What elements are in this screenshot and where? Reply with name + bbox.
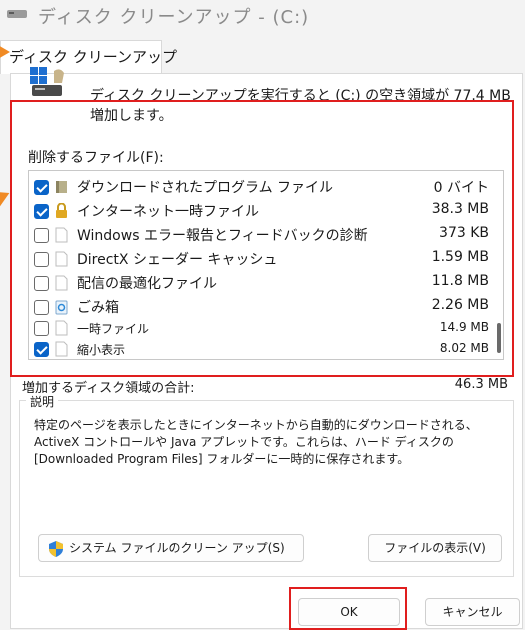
checkbox[interactable] bbox=[34, 252, 49, 267]
list-item[interactable]: インターネット一時ファイル 38.3 MB bbox=[29, 199, 503, 222]
item-size: 11.8 MB bbox=[431, 273, 489, 289]
description-text: 特定のページを表示したときにインターネットから自動的にダウンロードされる、Act… bbox=[34, 418, 478, 466]
item-name: 一時ファイル bbox=[77, 322, 150, 336]
files-to-delete-list[interactable]: ダウンロードされたプログラム ファイル 0 バイト インターネット一時ファイル … bbox=[28, 170, 504, 360]
system-cleanup-button[interactable]: システム ファイルのクリーン アップ(S) bbox=[38, 534, 304, 562]
list-item[interactable]: 配信の最適化ファイル 11.8 MB bbox=[29, 271, 503, 294]
checkbox[interactable] bbox=[34, 180, 49, 195]
item-size: 0 バイト bbox=[433, 180, 489, 196]
annotation-arrow-icon bbox=[0, 44, 10, 60]
drive-cleanup-icon bbox=[30, 67, 64, 96]
checkbox[interactable] bbox=[34, 342, 49, 357]
title-bar: ディスク クリーンアップ - (C:) bbox=[0, 0, 525, 38]
window-title: ディスク クリーンアップ - (C:) bbox=[38, 7, 310, 28]
files-to-delete-label: 削除するファイル(F): bbox=[28, 150, 164, 166]
list-item[interactable]: 一時ファイル 14.9 MB bbox=[29, 316, 503, 339]
file-icon bbox=[55, 341, 68, 357]
checkbox[interactable] bbox=[34, 276, 49, 291]
checkbox[interactable] bbox=[34, 204, 49, 219]
checkbox[interactable] bbox=[34, 228, 49, 243]
list-item[interactable]: Windows エラー報告とフィードバックの診断 373 KB bbox=[29, 223, 503, 246]
item-name: ごみ箱 bbox=[77, 300, 119, 316]
checkbox[interactable] bbox=[34, 321, 49, 336]
item-size: 14.9 MB bbox=[439, 320, 489, 334]
disk-cleanup-icon bbox=[7, 10, 27, 18]
item-name: 配信の最適化ファイル bbox=[77, 276, 217, 292]
file-icon bbox=[55, 320, 68, 336]
checkbox[interactable] bbox=[34, 300, 49, 315]
list-item[interactable]: 縮小表示 8.02 MB bbox=[29, 337, 503, 359]
recycle-bin-icon bbox=[55, 300, 68, 315]
item-size: 38.3 MB bbox=[431, 201, 489, 217]
system-cleanup-label: システム ファイルのクリーン アップ(S) bbox=[69, 541, 285, 555]
file-icon bbox=[55, 251, 68, 267]
total-gain-value: 46.3 MB bbox=[454, 377, 508, 392]
lock-icon bbox=[56, 203, 67, 218]
item-size: 1.59 MB bbox=[431, 249, 489, 265]
list-item[interactable]: ダウンロードされたプログラム ファイル 0 バイト bbox=[29, 175, 503, 198]
view-files-button[interactable]: ファイルの表示(V) bbox=[368, 534, 502, 562]
description-legend: 説明 bbox=[26, 393, 59, 410]
tab-disk-cleanup[interactable]: ディスク クリーンアップ bbox=[0, 40, 177, 74]
folder-icon bbox=[56, 181, 67, 193]
item-name: DirectX シェーダー キャッシュ bbox=[77, 252, 278, 268]
item-name: ダウンロードされたプログラム ファイル bbox=[77, 180, 334, 196]
tab-strip: ディスク クリーンアップ bbox=[0, 38, 525, 74]
cancel-button[interactable]: キャンセル bbox=[425, 598, 520, 626]
ok-button[interactable]: OK bbox=[298, 598, 400, 626]
file-icon bbox=[55, 275, 68, 291]
item-size: 2.26 MB bbox=[431, 297, 489, 313]
list-item[interactable]: ごみ箱 2.26 MB bbox=[29, 295, 503, 318]
list-item[interactable]: DirectX シェーダー キャッシュ 1.59 MB bbox=[29, 247, 503, 270]
list-scrollbar[interactable] bbox=[497, 323, 501, 353]
item-name: 縮小表示 bbox=[77, 343, 126, 357]
item-size: 8.02 MB bbox=[439, 341, 489, 355]
intro-text: ディスク クリーンアップを実行すると (C:) の空き領域が 77.4 MB 増… bbox=[90, 88, 511, 124]
file-icon bbox=[55, 227, 68, 243]
item-name: Windows エラー報告とフィードバックの診断 bbox=[77, 228, 368, 244]
item-name: インターネット一時ファイル bbox=[77, 204, 259, 220]
item-size: 373 KB bbox=[439, 225, 489, 241]
uac-shield-icon bbox=[49, 541, 63, 557]
